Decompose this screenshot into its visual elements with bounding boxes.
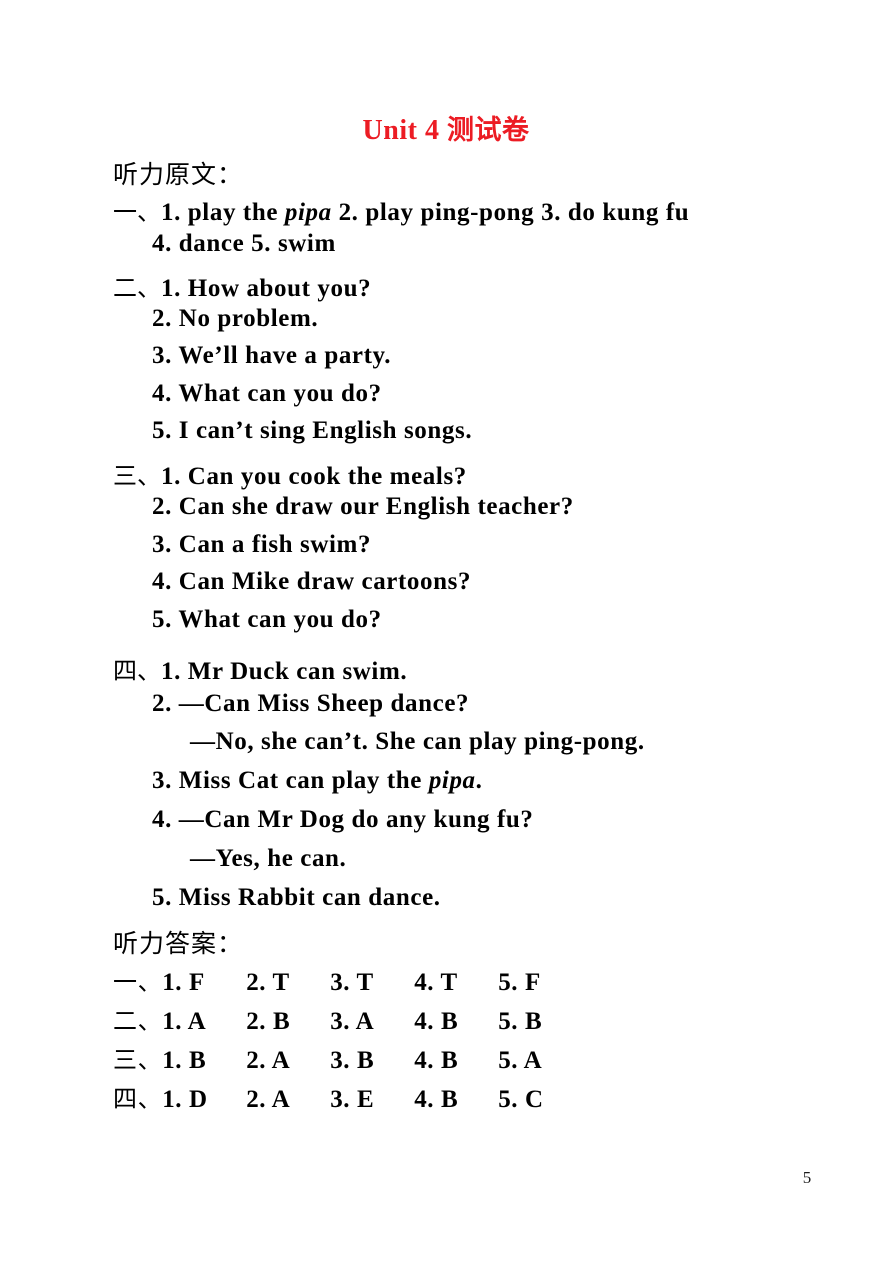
answer-cell: 2. A bbox=[246, 1086, 291, 1113]
answers-marker-one: 一、 bbox=[113, 968, 163, 996]
page-title: Unit 4 测试卷 bbox=[0, 108, 892, 147]
part1-line1-text: 1. play the bbox=[161, 199, 285, 226]
script-part2-item4: 4. What can you do? bbox=[152, 380, 382, 407]
part4-item3-pre: 3. Miss Cat can play the bbox=[152, 767, 429, 794]
script-part1-line1: 一、1. play the pipa 2. play ping-pong 3. … bbox=[113, 192, 689, 227]
answer-cell: 2. T bbox=[246, 969, 290, 996]
script-part4-item3: 3. Miss Cat can play the pipa. bbox=[152, 767, 483, 795]
answer-cell: 3. E bbox=[330, 1086, 375, 1113]
answers-marker-four: 四、 bbox=[113, 1085, 163, 1113]
answer-cell: 3. B bbox=[330, 1047, 375, 1074]
part4-item1-text: 1. Mr Duck can swim. bbox=[161, 658, 408, 685]
part-marker-four: 四、 bbox=[113, 657, 161, 685]
answer-cell: 4. B bbox=[414, 1047, 459, 1074]
part4-item3-post: . bbox=[475, 767, 483, 794]
answer-cell: 5. A bbox=[498, 1047, 543, 1074]
page-number: 5 bbox=[802, 1168, 812, 1187]
script-part4-item1: 四、1. Mr Duck can swim. bbox=[113, 651, 407, 686]
exam-answer-sheet-page: Unit 4 测试卷 听力原文： 一、1. play the pipa 2. p… bbox=[0, 0, 892, 1262]
answer-cell: 1. B bbox=[162, 1047, 207, 1074]
part-marker-two: 二、 bbox=[113, 274, 161, 302]
part4-item3-italic: pipa bbox=[428, 767, 476, 794]
answer-cell: 4. B bbox=[414, 1008, 459, 1035]
part2-item1-text: 1. How about you? bbox=[161, 275, 372, 302]
page-title-en: Unit 4 bbox=[362, 115, 440, 146]
script-part4-item4-answer: —Yes, he can. bbox=[190, 845, 347, 872]
answer-cell: 3. A bbox=[330, 1008, 375, 1035]
part1-line1-italic: pipa bbox=[284, 199, 332, 226]
listening-answers-heading: 听力答案： bbox=[113, 929, 244, 958]
answers-row-four: 四、1. D 2. A 3. E 4. B 5. C bbox=[113, 1079, 582, 1114]
answer-cell: 5. B bbox=[498, 1008, 543, 1035]
answer-cell: 4. B bbox=[414, 1086, 459, 1113]
script-part3-item4: 4. Can Mike draw cartoons? bbox=[152, 568, 472, 595]
script-part4-item2-question: 2. —Can Miss Sheep dance? bbox=[152, 690, 470, 717]
script-part4-item2-answer: —No, she can’t. She can play ping-pong. bbox=[190, 728, 645, 755]
answer-cell: 1. F bbox=[162, 969, 205, 996]
script-part4-item5: 5. Miss Rabbit can dance. bbox=[152, 884, 441, 911]
script-part2-item5: 5. I can’t sing English songs. bbox=[152, 417, 473, 444]
script-part4-item4-question: 4. —Can Mr Dog do any kung fu? bbox=[152, 806, 534, 833]
answer-cell: 1. A bbox=[162, 1008, 207, 1035]
page-title-cn: 测试卷 bbox=[446, 115, 530, 146]
answers-row-two: 二、1. A 2. B 3. A 4. B 5. B bbox=[113, 1001, 582, 1036]
part3-item1-text: 1. Can you cook the meals? bbox=[161, 463, 467, 490]
answer-cell: 1. D bbox=[162, 1086, 208, 1113]
script-part3-item2: 2. Can she draw our English teacher? bbox=[152, 493, 574, 520]
listening-script-heading: 听力原文： bbox=[113, 160, 244, 189]
answers-row-one: 一、1. F 2. T 3. T 4. T 5. F bbox=[113, 962, 582, 997]
script-part3-item3: 3. Can a fish swim? bbox=[152, 531, 372, 558]
script-part2-item1: 二、1. How about you? bbox=[113, 268, 371, 303]
script-part1-line2: 4. dance 5. swim bbox=[152, 230, 336, 257]
answers-row-three: 三、1. B 2. A 3. B 4. B 5. A bbox=[113, 1040, 582, 1075]
answer-cell: 3. T bbox=[330, 969, 374, 996]
answers-marker-three: 三、 bbox=[113, 1046, 163, 1074]
script-part2-item3: 3. We’ll have a party. bbox=[152, 342, 392, 369]
answer-cell: 5. F bbox=[498, 969, 541, 996]
script-part2-item2: 2. No problem. bbox=[152, 305, 319, 332]
answer-cell: 4. T bbox=[414, 969, 458, 996]
part-marker-one: 一、 bbox=[113, 198, 161, 226]
part-marker-three: 三、 bbox=[113, 462, 161, 490]
answer-cell: 5. C bbox=[498, 1086, 544, 1113]
answer-cell: 2. B bbox=[246, 1008, 291, 1035]
answers-marker-two: 二、 bbox=[113, 1007, 163, 1035]
answer-cell: 2. A bbox=[246, 1047, 291, 1074]
part1-line1-rest: 2. play ping-pong 3. do kung fu bbox=[331, 199, 690, 226]
script-part3-item5: 5. What can you do? bbox=[152, 606, 382, 633]
script-part3-item1: 三、1. Can you cook the meals? bbox=[113, 456, 467, 491]
